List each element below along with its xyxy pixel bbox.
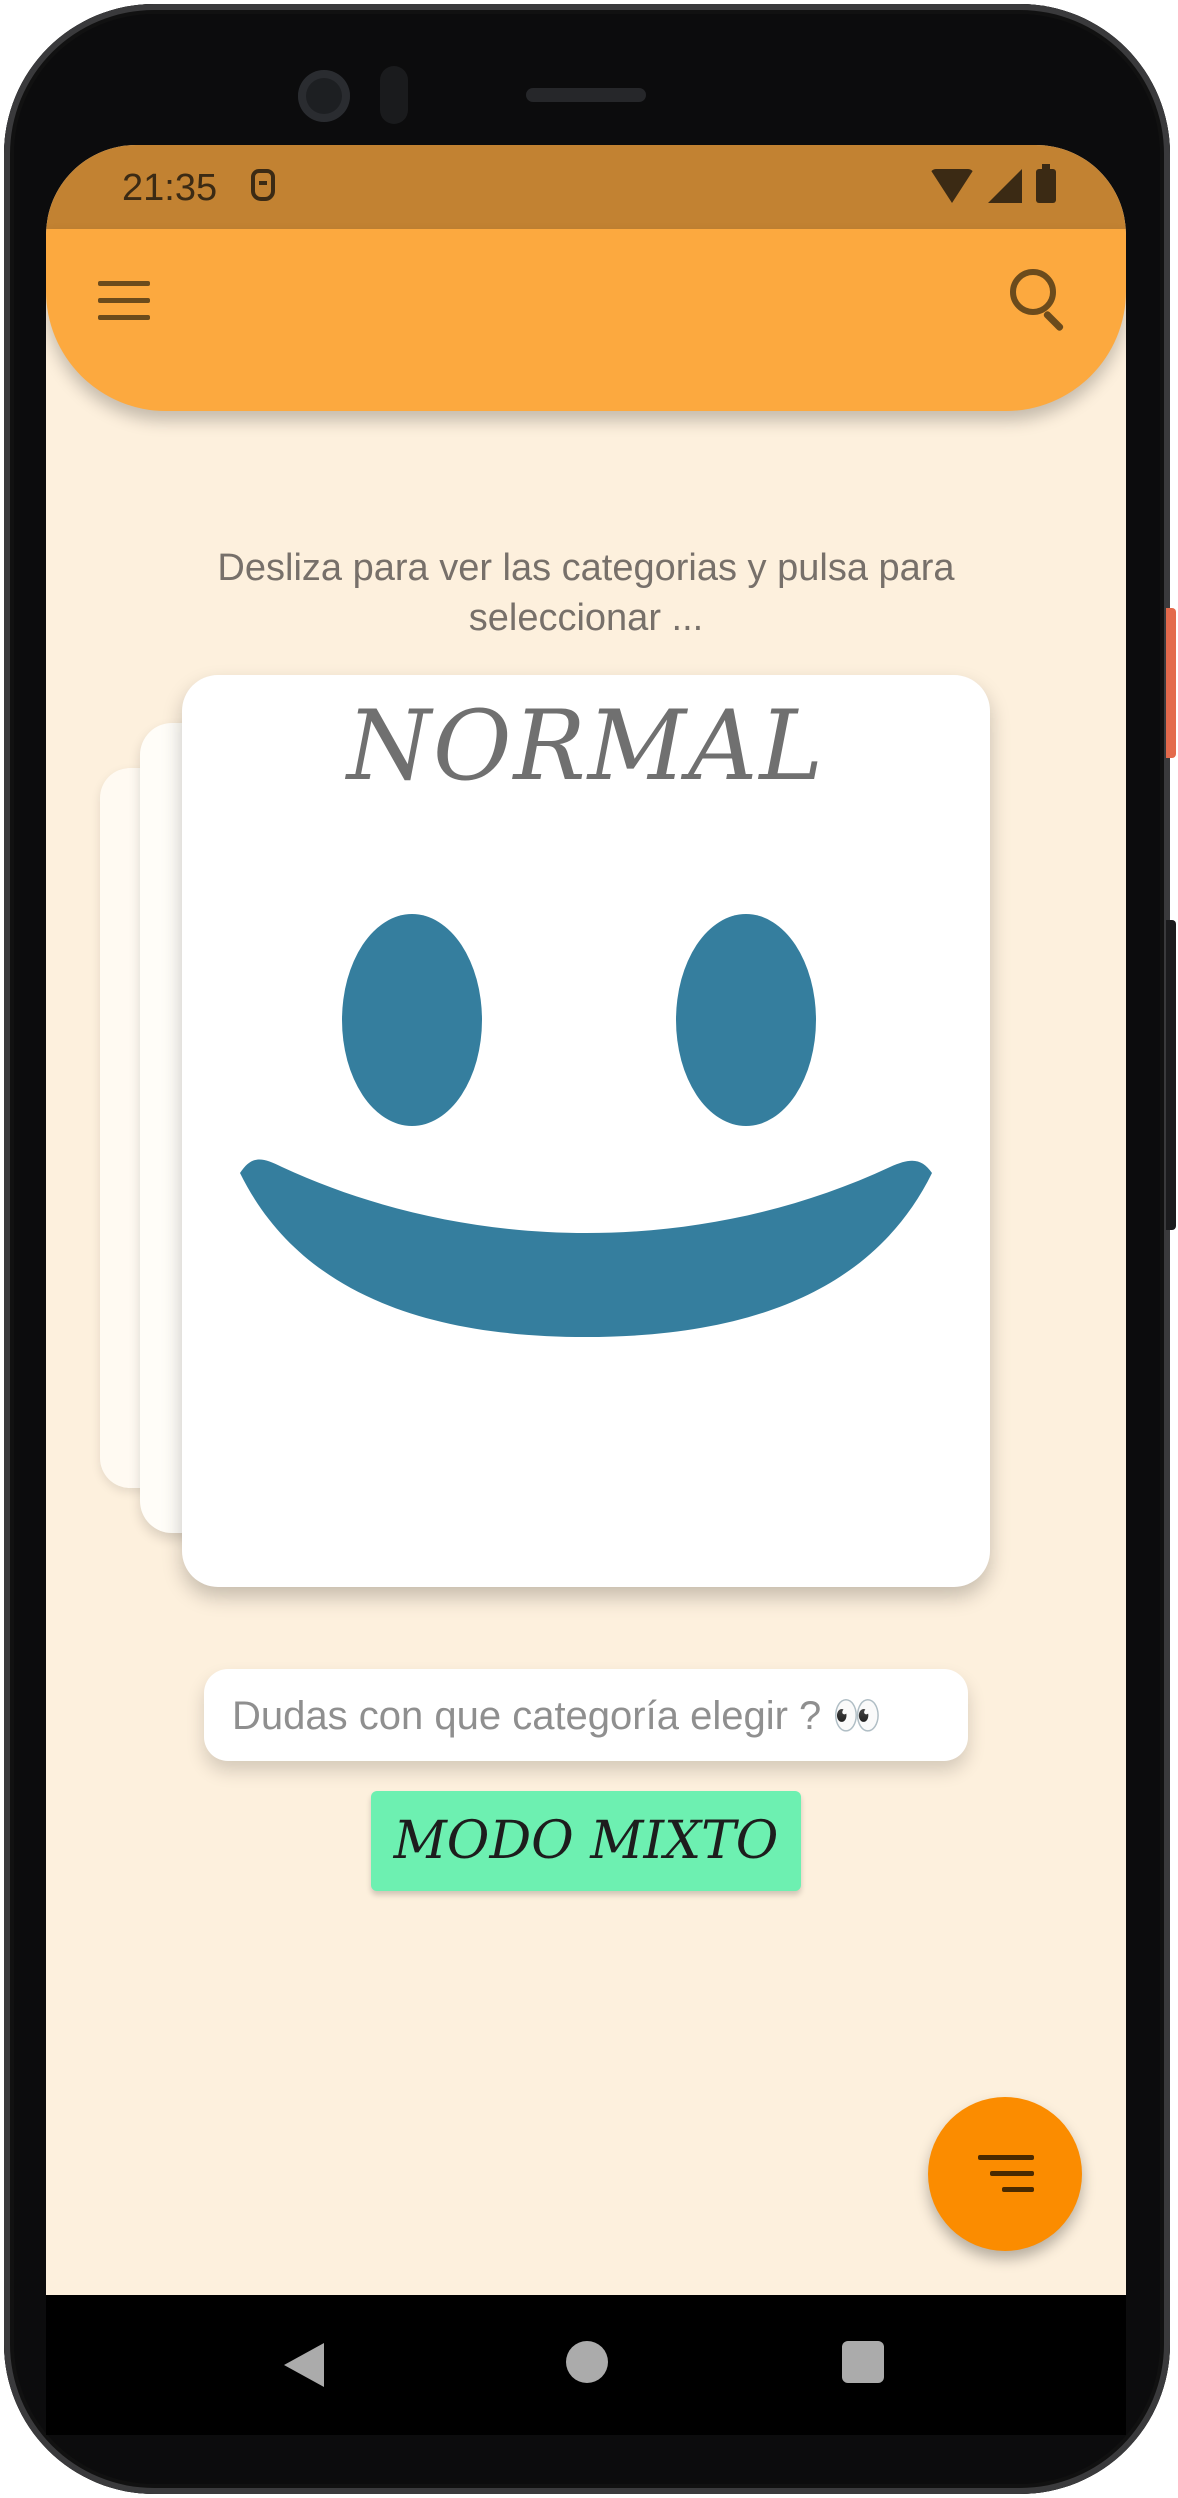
search-icon[interactable] bbox=[1010, 269, 1068, 332]
earpiece-speaker bbox=[526, 88, 646, 102]
smile bbox=[240, 1159, 932, 1337]
back-icon[interactable] bbox=[284, 2343, 324, 2387]
mixed-mode-button[interactable]: MODO MIXTO bbox=[371, 1791, 801, 1891]
proximity-sensor bbox=[380, 66, 408, 124]
wifi-icon bbox=[930, 169, 974, 203]
volume-button bbox=[1166, 920, 1176, 1230]
category-title: NORMAL bbox=[346, 690, 826, 802]
category-help-hint[interactable]: Dudas con que categoría elegir ? 👀 bbox=[204, 1669, 968, 1761]
app-bar bbox=[46, 229, 1126, 411]
signal-icon bbox=[988, 169, 1022, 203]
app-screen: 21:35 Desliza para ver las categorias y … bbox=[46, 145, 1126, 2295]
sort-icon bbox=[978, 2155, 1034, 2195]
left-eye bbox=[342, 914, 482, 1126]
sim-icon bbox=[251, 169, 275, 201]
system-nav-bar bbox=[46, 2295, 1126, 2435]
filter-fab-button[interactable] bbox=[928, 2097, 1082, 2251]
status-bar: 21:35 bbox=[46, 145, 1126, 229]
swipe-instructions: Desliza para ver las categorias y pulsa … bbox=[217, 547, 955, 639]
smiley-face-icon bbox=[240, 914, 932, 1337]
status-icons bbox=[930, 164, 1056, 203]
power-button bbox=[1166, 608, 1176, 758]
front-camera bbox=[298, 70, 350, 122]
hamburger-menu-icon[interactable] bbox=[98, 281, 150, 321]
right-eye bbox=[676, 914, 816, 1126]
category-card[interactable]: NORMAL bbox=[182, 675, 990, 1587]
home-icon[interactable] bbox=[566, 2341, 608, 2383]
hint-text: Dudas con que categoría elegir ? 👀 bbox=[232, 1693, 883, 1738]
battery-icon bbox=[1036, 164, 1056, 203]
status-time: 21:35 bbox=[122, 167, 218, 209]
recents-icon[interactable] bbox=[842, 2341, 884, 2383]
